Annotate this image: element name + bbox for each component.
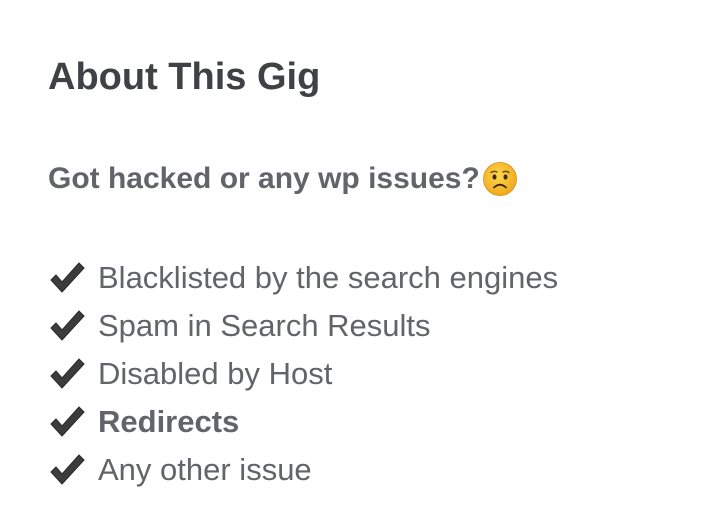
list-item: Any other issue bbox=[48, 446, 558, 494]
subheading: Got hacked or any wp issues? bbox=[48, 160, 518, 198]
issue-label: Blacklisted by the search engines bbox=[98, 260, 559, 295]
issue-label: Redirects bbox=[98, 404, 240, 439]
subheading-text: Got hacked or any wp issues? bbox=[48, 162, 480, 195]
heavy-check-mark-icon bbox=[50, 310, 85, 341]
list-item: Blacklisted by the search engines bbox=[48, 254, 558, 302]
list-item: Spam in Search Results bbox=[48, 302, 558, 350]
heavy-check-mark-icon bbox=[50, 406, 85, 437]
heavy-check-mark-icon bbox=[50, 358, 85, 389]
issue-label: Any other issue bbox=[98, 452, 312, 487]
issue-label: Disabled by Host bbox=[98, 356, 333, 391]
worried-face-icon bbox=[482, 162, 517, 196]
issue-list: Blacklisted by the search engines Spam i… bbox=[48, 254, 558, 494]
heavy-check-mark-icon bbox=[50, 454, 85, 485]
list-item: Disabled by Host bbox=[48, 350, 558, 398]
section-title: About This Gig bbox=[48, 56, 321, 98]
issue-label: Spam in Search Results bbox=[98, 308, 431, 343]
list-item: Redirects bbox=[48, 398, 558, 446]
heavy-check-mark-icon bbox=[50, 262, 85, 293]
